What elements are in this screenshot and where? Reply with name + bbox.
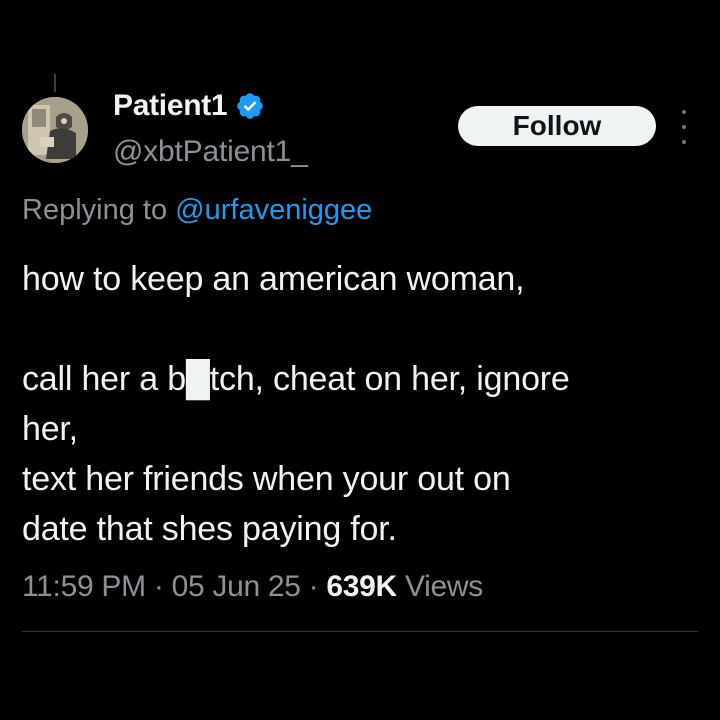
divider xyxy=(22,631,698,632)
avatar-artwork-icon xyxy=(22,97,88,163)
thread-line xyxy=(54,74,56,92)
meta-separator: · xyxy=(145,570,172,603)
replying-to: Replying to @urfaveniggee xyxy=(22,194,372,227)
verified-badge-icon xyxy=(235,91,265,121)
meta-separator: · xyxy=(300,570,327,603)
follow-button[interactable]: Follow xyxy=(458,106,656,146)
tweet-text: how to keep an american woman, call her … xyxy=(22,260,570,548)
tweet-meta: 11:59 PM · 05 Jun 25 · 639K Views xyxy=(22,570,483,604)
views-label: Views xyxy=(396,570,483,603)
avatar[interactable] xyxy=(22,97,88,163)
author-name-row[interactable]: Patient1 xyxy=(113,89,265,123)
replying-to-prefix: Replying to xyxy=(22,194,176,226)
author-handle[interactable]: @xbtPatient1_ xyxy=(113,135,308,169)
tweet-time[interactable]: 11:59 PM xyxy=(22,570,146,603)
author-display-name[interactable]: Patient1 xyxy=(113,89,228,123)
replying-to-mention[interactable]: @urfaveniggee xyxy=(175,194,372,226)
views-count: 639K xyxy=(326,570,397,603)
tweet-date[interactable]: 05 Jun 25 xyxy=(172,570,301,603)
tweet-container: Patient1 @xbtPatient1_ Follow Replying t… xyxy=(0,0,720,720)
more-vertical-icon[interactable] xyxy=(676,110,692,144)
